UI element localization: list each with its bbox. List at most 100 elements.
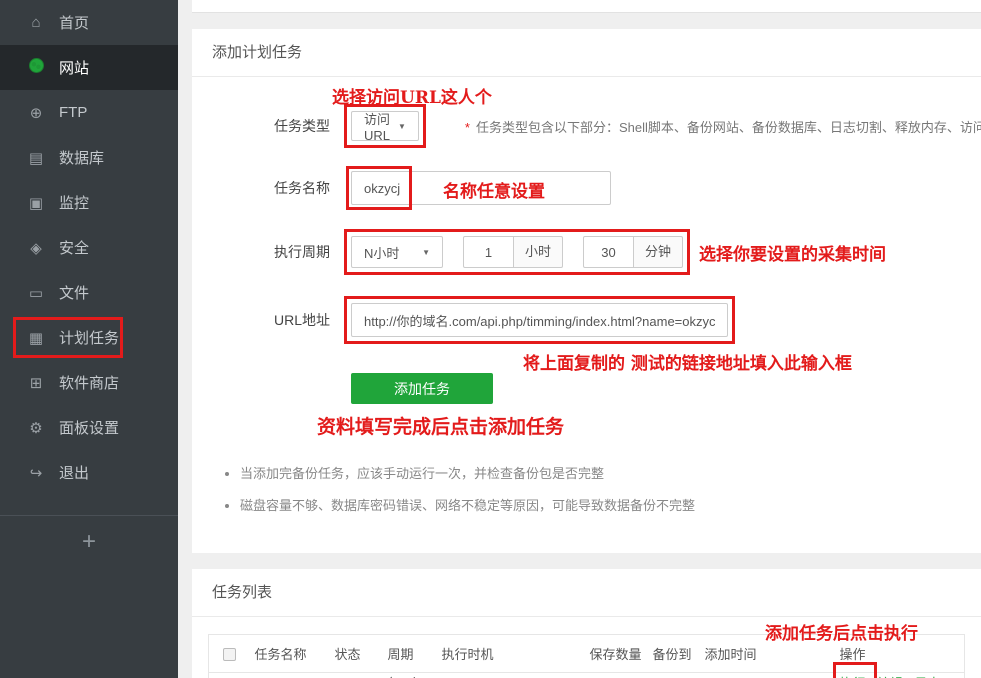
note-item: 磁盘容量不够、数据库密码错误、网络不稳定等原因，可能导致数据备份不完整 [240, 495, 981, 514]
sidebar-item-website[interactable]: 网站 [0, 45, 178, 90]
sidebar-item-cron[interactable]: ▦ 计划任务 [0, 315, 178, 360]
url-label: URL地址 [212, 310, 330, 330]
url-annotation-row: 将上面复制的 测试的链接地址填入此输入框 [192, 349, 981, 371]
task-name-annotation-box [346, 166, 412, 210]
url-annotation: 将上面复制的 测试的链接地址填入此输入框 [523, 354, 852, 374]
task-name-row: 任务名称 名称任意设置 [192, 171, 981, 205]
table-row: OK资源采集 正常▶ 每2小时 每2小时, 第30分钟 执行 - -- 2019… [209, 673, 965, 678]
task-type-annotation: 选择访问URL这人个 [332, 83, 492, 108]
sidebar-item-label: 数据库 [59, 147, 104, 168]
sidebar-item-appstore[interactable]: ⊞ 软件商店 [0, 360, 178, 405]
minute-group: 分钟 [583, 236, 683, 268]
cell-backup-to: -- [649, 673, 701, 678]
cron-annotation-box [13, 317, 123, 358]
sidebar-item-logout[interactable]: ↪ 退出 [0, 450, 178, 495]
sidebar-item-files[interactable]: ▭ 文件 [0, 270, 178, 315]
notes-list: 当添加完备份任务，应该手动运行一次，并检查备份包是否完整 磁盘容量不够、数据库密… [240, 463, 981, 553]
run-annotation-box [833, 662, 877, 678]
sidebar-item-label: 网站 [59, 57, 89, 78]
cycle-annotation-box: N小时 ▼ 小时 分钟 [344, 229, 690, 275]
sidebar-item-settings[interactable]: ⚙ 面板设置 [0, 405, 178, 450]
submit-annotation-row: 资料填写完成后点击添加任务 [192, 412, 981, 439]
submit-annotation: 资料填写完成后点击添加任务 [317, 416, 564, 438]
col-status: 状态 [331, 635, 384, 673]
cycle-label: 执行周期 [212, 242, 330, 262]
task-list-title: 任务列表 [192, 569, 981, 617]
globe-icon [26, 58, 46, 77]
sidebar-item-database[interactable]: ▤ 数据库 [0, 135, 178, 180]
chevron-down-icon: ▼ [398, 122, 406, 131]
task-type-value: 访问URL [364, 109, 390, 143]
url-input[interactable] [351, 303, 728, 337]
cycle-type-value: N小时 [364, 243, 399, 262]
gear-icon: ⚙ [26, 419, 46, 437]
add-task-card: 添加计划任务 选择访问URL这人个 任务类型 访问URL ▼ * 任务类型包含以下… [192, 29, 981, 553]
database-icon: ▤ [26, 149, 46, 167]
col-backup-to: 备份到 [649, 635, 701, 673]
url-row: URL地址 [192, 303, 981, 337]
task-name-wrap: 名称任意设置 [351, 171, 611, 205]
ftp-icon: ⊕ [26, 104, 46, 122]
url-annotation-box [344, 296, 735, 344]
sidebar-item-label: 面板设置 [59, 417, 119, 438]
select-all-checkbox[interactable] [223, 648, 236, 661]
sidebar-item-label: 文件 [59, 282, 89, 303]
grid-icon: ⊞ [26, 374, 46, 392]
required-asterisk: * [465, 120, 470, 135]
status-badge: 正常▶ [331, 673, 384, 678]
sidebar-item-label: FTP [59, 104, 87, 121]
add-menu-button[interactable]: + [0, 516, 178, 556]
logout-icon: ↪ [26, 464, 46, 482]
add-task-title: 添加计划任务 [192, 29, 981, 77]
cycle-row: 执行周期 N小时 ▼ 小时 分钟 [192, 236, 981, 268]
cell-cycle: 每2小时 [384, 673, 438, 678]
sidebar-item-home[interactable]: ⌂ 首页 [0, 0, 178, 45]
cell-task-name: OK资源采集 [251, 673, 331, 678]
sidebar-item-ftp[interactable]: ⊕ FTP [0, 90, 178, 135]
sidebar-item-security[interactable]: ◈ 安全 [0, 225, 178, 270]
main-content: 添加计划任务 选择访问URL这人个 任务类型 访问URL ▼ * 任务类型包含以下… [178, 0, 981, 678]
chevron-down-icon: ▼ [422, 248, 430, 257]
cycle-type-dropdown[interactable]: N小时 ▼ [351, 236, 443, 268]
run-annotation: 添加任务后点击执行 [765, 619, 918, 644]
sidebar-item-label: 软件商店 [59, 372, 119, 393]
submit-row: 添加任务 [192, 373, 981, 404]
task-type-dropdown[interactable]: 访问URL ▼ [351, 111, 419, 141]
task-list-card: 任务列表 添加任务后点击执行 任务名称 状态 周期 执行时机 保存数量 备份到 [192, 569, 981, 678]
sidebar-item-label: 首页 [59, 12, 89, 33]
col-cycle: 周期 [384, 635, 438, 673]
task-type-row: 任务类型 访问URL ▼ * 任务类型包含以下部分：Shell脚本、备份网站、备份… [192, 111, 981, 141]
cell-added-time: 2019-06-25 20:19:23 [701, 673, 836, 678]
sidebar-item-label: 监控 [59, 192, 89, 213]
run-link-wrap: 执行 [840, 673, 866, 678]
minute-input[interactable] [583, 236, 634, 268]
col-keep: 保存数量 [586, 635, 649, 673]
hour-input[interactable] [463, 236, 514, 268]
minute-unit: 分钟 [634, 236, 683, 268]
monitor-icon: ▣ [26, 194, 46, 212]
task-type-annotation-box: 访问URL ▼ [344, 104, 426, 148]
cell-keep: - [586, 673, 649, 678]
col-name: 任务名称 [251, 635, 331, 673]
task-name-annotation: 名称任意设置 [443, 177, 545, 202]
cycle-annotation: 选择你要设置的采集时间 [699, 240, 886, 265]
task-type-hint: * 任务类型包含以下部分：Shell脚本、备份网站、备份数据库、日志切割、释放内存… [465, 117, 981, 136]
hour-unit: 小时 [514, 236, 563, 268]
task-type-label: 任务类型 [212, 116, 330, 136]
folder-icon: ▭ [26, 284, 46, 302]
cell-timing: 每2小时, 第30分钟 执行 [438, 673, 586, 678]
sidebar: ⌂ 首页 网站 ⊕ FTP ▤ 数据库 ▣ 监控 ◈ 安全 ▭ 文件 ▦ 计划 [0, 0, 178, 678]
top-strip [192, 0, 981, 13]
shield-icon: ◈ [26, 239, 46, 257]
sidebar-item-label: 退出 [59, 462, 89, 483]
task-type-hint-text: 任务类型包含以下部分：Shell脚本、备份网站、备份数据库、日志切割、释放内存、… [476, 120, 981, 135]
task-name-label: 任务名称 [212, 178, 330, 198]
add-task-button[interactable]: 添加任务 [351, 373, 493, 404]
col-timing: 执行时机 [438, 635, 586, 673]
hour-group: 小时 [463, 236, 563, 268]
cell-actions: 执行 |编辑|日志|删除 [836, 673, 965, 678]
home-icon: ⌂ [26, 14, 46, 31]
sidebar-item-monitor[interactable]: ▣ 监控 [0, 180, 178, 225]
sidebar-item-label: 安全 [59, 237, 89, 258]
app-window: ⌂ 首页 网站 ⊕ FTP ▤ 数据库 ▣ 监控 ◈ 安全 ▭ 文件 ▦ 计划 [0, 0, 981, 678]
